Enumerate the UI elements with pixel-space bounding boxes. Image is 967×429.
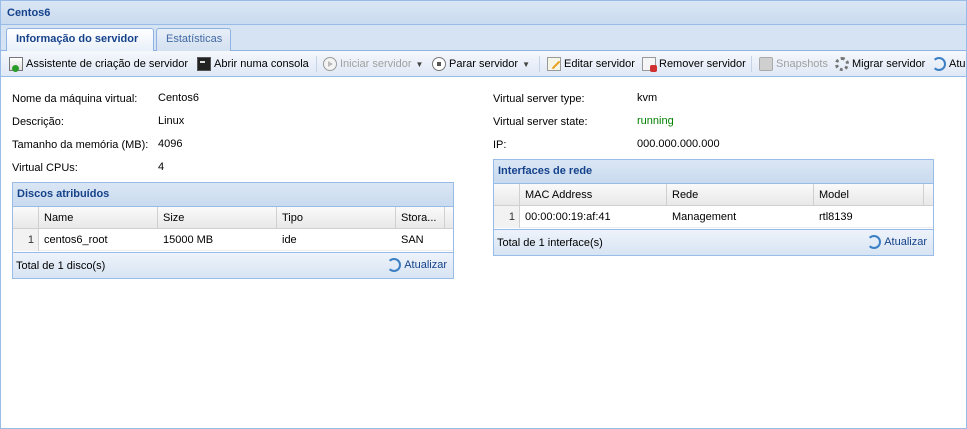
edit-server-label: Editar servidor — [564, 58, 635, 70]
remove-server-button[interactable]: Remover servidor — [642, 55, 746, 73]
ip-value: 000.000.000.000 — [637, 138, 720, 150]
server-type-label: Virtual server type: — [493, 93, 585, 105]
server-info-content: Nome da máquina virtual: Centos6 Descriç… — [1, 78, 966, 428]
column-header-tipo[interactable]: Tipo — [277, 207, 396, 229]
open-console-label: Abrir numa consola — [214, 58, 309, 70]
disks-grid-header: Name Size Tipo Stora... — [13, 207, 453, 229]
gear-icon — [835, 57, 849, 71]
rownum-header — [494, 184, 520, 206]
camera-icon — [759, 57, 773, 71]
row-number: 1 — [13, 229, 39, 251]
disk-name-cell: centos6_root — [44, 234, 108, 246]
edit-icon — [547, 57, 561, 71]
window-title: Centos6 — [1, 1, 966, 25]
stop-server-button[interactable]: Parar servidor ▼ — [432, 55, 530, 73]
table-row[interactable]: 1 00:00:00:19:af:41 Management rtl8139 — [494, 206, 933, 228]
start-server-label: Iniciar servidor — [340, 58, 412, 70]
console-icon — [197, 57, 211, 71]
server-state-value: running — [637, 115, 674, 127]
memory-size-value: 4096 — [158, 138, 183, 150]
open-console-button[interactable]: Abrir numa consola — [197, 55, 309, 73]
server-state-label: Virtual server state: — [493, 116, 588, 128]
network-cell: Management — [672, 211, 737, 223]
disk-tipo-cell: ide — [282, 234, 297, 246]
server-type-value: kvm — [637, 92, 658, 104]
chevron-down-icon: ▼ — [415, 59, 424, 69]
column-header-model[interactable]: Model — [814, 184, 924, 206]
row-number: 1 — [494, 206, 520, 228]
refresh-icon — [387, 258, 402, 272]
toolbar-separator — [539, 56, 540, 72]
refresh-button[interactable]: Atu — [932, 55, 966, 73]
disks-panel-title: Discos atribuídos — [13, 183, 453, 207]
edit-server-button[interactable]: Editar servidor — [547, 55, 635, 73]
description-label: Descrição: — [12, 116, 64, 128]
vm-name-value: Centos6 — [158, 92, 199, 104]
create-server-wizard-label: Assistente de criação de servidor — [26, 58, 189, 70]
refresh-icon — [867, 235, 882, 249]
disks-refresh-button[interactable]: Atualizar — [387, 258, 447, 272]
ip-label: IP: — [493, 139, 507, 151]
vcpus-value: 4 — [158, 161, 165, 173]
description-value: Linux — [158, 115, 185, 127]
snapshots-label: Snapshots — [776, 58, 828, 70]
remove-server-label: Remover servidor — [659, 58, 746, 70]
interfaces-total: Total de 1 interface(s) — [497, 237, 603, 249]
wizard-icon — [9, 57, 23, 72]
disks-refresh-label: Atualizar — [404, 259, 447, 271]
column-header-name[interactable]: Name — [39, 207, 158, 229]
interfaces-refresh-label: Atualizar — [884, 236, 927, 248]
toolbar-separator — [751, 56, 752, 72]
column-header-rede[interactable]: Rede — [667, 184, 814, 206]
remove-icon — [642, 57, 657, 72]
refresh-icon — [932, 57, 946, 71]
migrate-server-label: Migrar servidor — [852, 58, 926, 70]
disks-panel: Discos atribuídos Name Size Tipo Stora..… — [12, 182, 454, 279]
toolbar: Assistente de criação de servidor Abrir … — [1, 51, 966, 77]
model-cell: rtl8139 — [819, 211, 853, 223]
disks-footer: Total de 1 disco(s) Atualizar — [13, 252, 453, 278]
table-row[interactable]: 1 centos6_root 15000 MB ide SAN — [13, 229, 453, 251]
refresh-label: Atu — [949, 58, 966, 70]
memory-size-label: Tamanho da memória (MB): — [12, 139, 149, 151]
interfaces-panel: Interfaces de rede MAC Address Rede Mode… — [493, 159, 934, 256]
rownum-header — [13, 207, 39, 229]
play-icon — [323, 57, 337, 71]
interfaces-grid-header: MAC Address Rede Model — [494, 184, 933, 206]
disk-storage-cell: SAN — [401, 234, 424, 246]
snapshots-button[interactable]: Snapshots — [759, 55, 828, 73]
toolbar-separator — [316, 56, 317, 72]
stop-icon — [432, 57, 446, 71]
migrate-server-button[interactable]: Migrar servidor — [835, 55, 925, 73]
stop-server-label: Parar servidor — [449, 58, 519, 70]
tab-statistics[interactable]: Estatísticas — [156, 28, 231, 51]
column-header-size[interactable]: Size — [158, 207, 277, 229]
vm-name-label: Nome da máquina virtual: — [12, 93, 138, 105]
start-server-button[interactable]: Iniciar servidor ▼ — [323, 55, 423, 73]
tab-server-info[interactable]: Informação do servidor — [6, 28, 154, 52]
disk-size-cell: 15000 MB — [163, 234, 214, 246]
interfaces-panel-title: Interfaces de rede — [494, 160, 933, 184]
server-window: Centos6 Informação do servidor Estatísti… — [0, 0, 967, 429]
chevron-down-icon: ▼ — [522, 59, 530, 69]
interfaces-footer: Total de 1 interface(s) Atualizar — [494, 229, 933, 255]
column-header-storage[interactable]: Stora... — [396, 207, 445, 229]
tab-strip: Informação do servidor Estatísticas — [1, 25, 966, 52]
vcpus-label: Virtual CPUs: — [12, 162, 78, 174]
mac-address-cell: 00:00:00:19:af:41 — [525, 211, 611, 223]
column-header-mac[interactable]: MAC Address — [520, 184, 667, 206]
create-server-wizard-button[interactable]: Assistente de criação de servidor — [9, 55, 188, 73]
interfaces-refresh-button[interactable]: Atualizar — [867, 235, 927, 249]
disks-total: Total de 1 disco(s) — [16, 260, 106, 272]
